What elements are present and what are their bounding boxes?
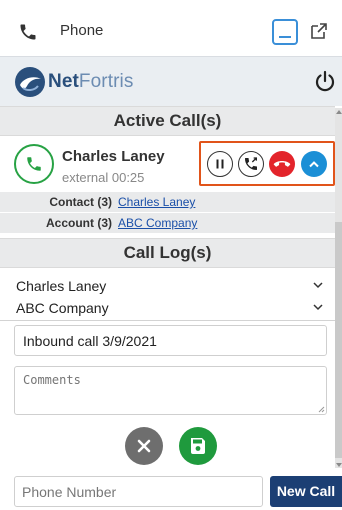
hangup-button[interactable] xyxy=(269,151,295,177)
window-title: Phone xyxy=(60,22,104,39)
pause-icon xyxy=(216,159,224,169)
transfer-button[interactable] xyxy=(238,151,264,177)
scroll-down-arrow-icon[interactable] xyxy=(336,463,342,467)
contact-select[interactable]: Charles Laney xyxy=(0,276,335,296)
app-header: NetFortris xyxy=(0,56,342,106)
brand-logo-text: NetFortris xyxy=(48,71,134,92)
window-titlebar: Phone xyxy=(0,0,342,60)
phone-number-input[interactable] xyxy=(14,476,263,507)
caller-name: Charles Laney xyxy=(62,148,165,165)
contact-select-value: Charles Laney xyxy=(16,278,107,294)
scrollbar-thumb[interactable] xyxy=(335,222,342,458)
new-call-button[interactable]: New Call xyxy=(270,476,342,507)
hangup-icon xyxy=(273,161,291,167)
expand-button[interactable] xyxy=(301,151,327,177)
contact-link[interactable]: Charles Laney xyxy=(118,195,195,209)
cancel-button[interactable] xyxy=(125,427,163,465)
minimize-icon[interactable] xyxy=(272,19,298,45)
phone-icon xyxy=(18,22,38,42)
divider xyxy=(0,320,335,321)
close-icon xyxy=(137,439,151,453)
call-log-heading: Call Log(s) xyxy=(0,238,335,268)
popout-icon[interactable] xyxy=(309,21,329,41)
transfer-icon xyxy=(245,157,257,170)
call-duration: external 00:25 xyxy=(62,170,145,185)
contact-label: Contact (3) xyxy=(49,195,112,209)
netfortris-logo-icon xyxy=(14,66,46,98)
phone-call-icon xyxy=(14,144,54,184)
account-row: Account (3) ABC Company xyxy=(0,213,335,233)
active-calls-heading: Active Call(s) xyxy=(0,106,335,136)
resize-grip-icon[interactable] xyxy=(318,406,325,413)
account-select[interactable]: ABC Company xyxy=(0,298,335,318)
chevron-down-icon xyxy=(313,282,323,289)
account-label: Account (3) xyxy=(46,216,112,230)
save-icon xyxy=(191,438,205,454)
pause-button[interactable] xyxy=(207,151,233,177)
power-icon[interactable] xyxy=(313,69,337,93)
save-button[interactable] xyxy=(179,427,217,465)
comments-field[interactable] xyxy=(14,366,327,415)
account-link[interactable]: ABC Company xyxy=(118,216,197,230)
account-select-value: ABC Company xyxy=(16,300,109,316)
call-controls-group xyxy=(199,141,335,186)
contact-row: Contact (3) Charles Laney xyxy=(0,192,335,212)
chevron-down-icon xyxy=(313,304,323,311)
chevron-up-icon xyxy=(309,161,319,168)
scroll-up-arrow-icon[interactable] xyxy=(336,110,342,114)
subject-field[interactable]: Inbound call 3/9/2021 xyxy=(14,325,327,356)
